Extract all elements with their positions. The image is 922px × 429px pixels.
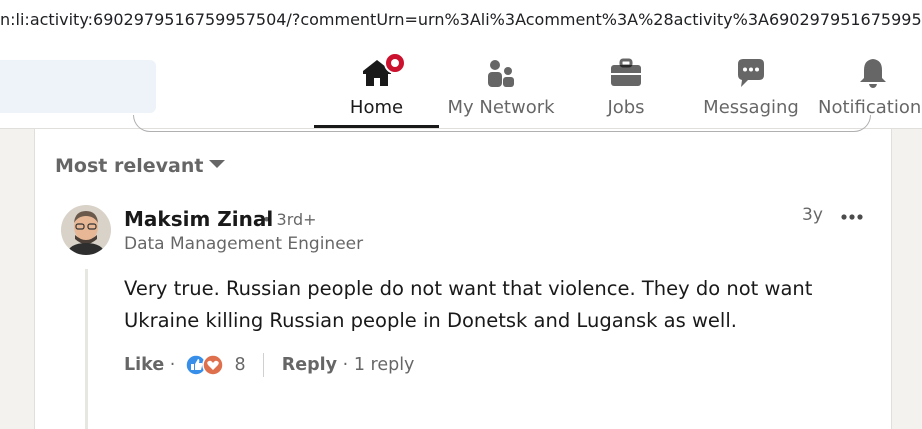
- like-button[interactable]: Like: [124, 355, 164, 375]
- love-reaction-icon: [202, 354, 224, 376]
- reactions-icons: [185, 354, 224, 376]
- connection-degree: • 3rd+: [262, 210, 317, 229]
- author-headline: Data Management Engineer: [124, 234, 364, 254]
- comment-timestamp: 3y: [802, 205, 823, 225]
- more-options-button[interactable]: [837, 207, 867, 227]
- url-text[interactable]: n:li:activity:6902979516759957504/?comme…: [0, 10, 922, 29]
- reaction-count[interactable]: 8: [235, 355, 246, 375]
- comment-text: Very true. Russian people do not want th…: [124, 277, 813, 332]
- avatar-image: [61, 205, 111, 255]
- comments-section: Most relevant Maksim Zinal • 3rd+ Data M…: [34, 115, 892, 429]
- separator-dot: ·: [342, 355, 349, 375]
- notification-badge-icon: [384, 52, 406, 74]
- sort-label: Most relevant: [55, 155, 204, 177]
- sort-comments-dropdown[interactable]: Most relevant: [55, 155, 226, 177]
- reply-button[interactable]: Reply: [282, 355, 337, 375]
- comment-actions: Like · 8 Reply · 1 reply: [124, 353, 414, 377]
- actions-divider: [263, 353, 265, 377]
- comment-author-name[interactable]: Maksim Zinal: [124, 207, 273, 231]
- reactions-summary[interactable]: [185, 353, 227, 377]
- separator-dot: ·: [169, 355, 176, 375]
- caret-down-icon: [209, 159, 226, 168]
- thread-line: [85, 269, 88, 429]
- people-icon: [488, 60, 514, 87]
- search-input[interactable]: [0, 60, 156, 113]
- ellipsis-icon: [841, 214, 863, 220]
- comment-input-edge[interactable]: [133, 115, 871, 132]
- briefcase-icon: [611, 58, 641, 86]
- address-bar[interactable]: n:li:activity:6902979516759957504/?comme…: [0, 0, 922, 43]
- chat-icon: [738, 59, 764, 87]
- avatar[interactable]: [61, 205, 111, 255]
- bell-icon: [860, 59, 886, 88]
- replies-count-link[interactable]: 1 reply: [354, 355, 415, 375]
